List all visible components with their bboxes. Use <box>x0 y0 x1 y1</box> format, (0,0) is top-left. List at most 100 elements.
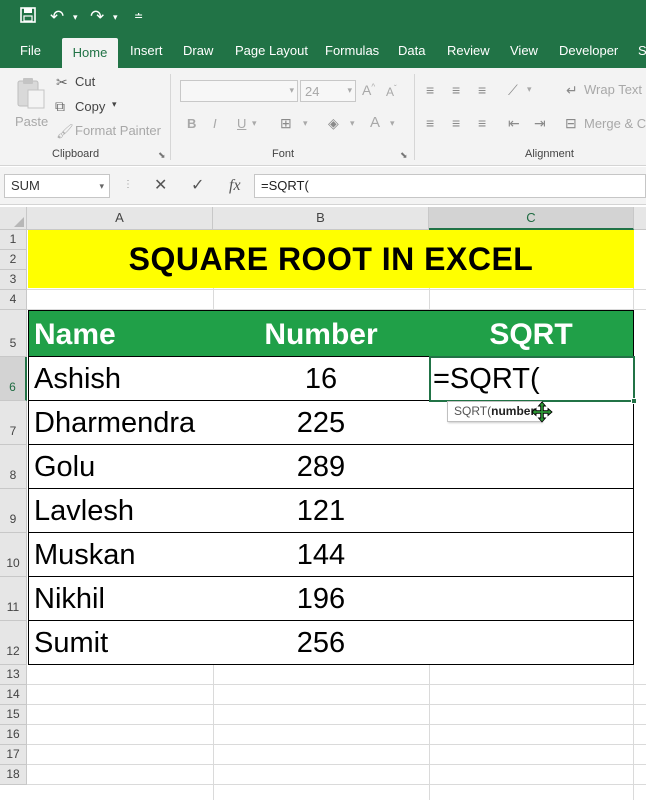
row-header-6[interactable]: 6 <box>0 357 27 401</box>
active-cell-editor[interactable]: =SQRT( <box>429 356 637 404</box>
font-name-box[interactable]: ▾ <box>180 80 298 102</box>
underline-dropdown-icon[interactable]: ▾ <box>252 118 257 129</box>
cell-sqrt[interactable] <box>429 489 634 533</box>
fill-handle[interactable] <box>631 398 637 404</box>
align-left-icon[interactable]: ≡ <box>426 115 434 131</box>
row-header-9[interactable]: 9 <box>0 489 27 533</box>
row-header-10[interactable]: 10 <box>0 533 27 577</box>
tab-view[interactable]: View <box>510 34 538 68</box>
row-header-8[interactable]: 8 <box>0 445 27 489</box>
cell-number[interactable]: 225 <box>213 401 430 445</box>
column-header-a[interactable]: A <box>27 207 213 230</box>
customize-toolbar-icon[interactable]: ≐ <box>134 10 143 23</box>
cell-number[interactable]: 16 <box>213 357 430 401</box>
column-header-c[interactable]: C <box>429 207 634 230</box>
row-header-7[interactable]: 7 <box>0 401 27 445</box>
header-name[interactable]: Name <box>28 310 214 357</box>
align-bottom-icon[interactable]: ≡ <box>478 82 486 98</box>
row-header-11[interactable]: 11 <box>0 577 27 621</box>
cell-name[interactable]: Golu <box>28 445 214 489</box>
name-box[interactable]: SUM ▾ <box>4 174 110 198</box>
align-top-icon[interactable]: ≡ <box>426 82 434 98</box>
tab-insert[interactable]: Insert <box>130 34 163 68</box>
orientation-dropdown-icon[interactable]: ▾ <box>527 84 532 95</box>
tab-page-layout[interactable]: Page Layout <box>235 34 308 68</box>
cell-number[interactable]: 289 <box>213 445 430 489</box>
tab-review[interactable]: Review <box>447 34 490 68</box>
row-header-16[interactable]: 16 <box>0 725 27 745</box>
fill-color-icon[interactable]: ◈ <box>328 115 339 131</box>
wrap-text-button[interactable]: Wrap Text <box>584 82 642 97</box>
cell-sqrt[interactable] <box>429 533 634 577</box>
cancel-button[interactable]: ✕ <box>154 176 167 196</box>
bold-button[interactable]: B <box>187 116 196 131</box>
row-header-1[interactable]: 1 <box>0 230 27 250</box>
decrease-indent-icon[interactable]: ⇤ <box>508 115 520 131</box>
name-box-dropdown-icon[interactable]: ▾ <box>99 175 104 197</box>
row-header-2[interactable]: 2 <box>0 250 27 270</box>
row-header-17[interactable]: 17 <box>0 745 27 765</box>
copy-dropdown-icon[interactable]: ▾ <box>112 99 117 110</box>
increase-indent-icon[interactable]: ⇥ <box>534 115 546 131</box>
align-right-icon[interactable]: ≡ <box>478 115 486 131</box>
orientation-icon[interactable]: ⟋ <box>508 82 518 98</box>
tab-home[interactable]: Home <box>62 38 118 68</box>
fill-color-dropdown-icon[interactable]: ▾ <box>350 118 355 129</box>
sheet-title[interactable]: SQUARE ROOT IN EXCEL <box>28 230 634 288</box>
clipboard-launcher-icon[interactable]: ⬊ <box>158 150 166 161</box>
cell-name[interactable]: Ashish <box>28 357 214 401</box>
paste-button[interactable]: Paste <box>12 74 50 134</box>
select-all-button[interactable] <box>0 207 27 230</box>
row-header-14[interactable]: 14 <box>0 685 27 705</box>
formula-input[interactable]: =SQRT( <box>254 174 646 198</box>
row-header-3[interactable]: 3 <box>0 270 27 290</box>
cell-name[interactable]: Sumit <box>28 621 214 665</box>
cut-button[interactable]: Cut <box>75 74 95 89</box>
row-header-4[interactable]: 4 <box>0 290 27 310</box>
tab-developer[interactable]: Developer <box>559 34 618 68</box>
row-header-13[interactable]: 13 <box>0 665 27 685</box>
tab-data[interactable]: Data <box>398 34 425 68</box>
tab-draw[interactable]: Draw <box>183 34 213 68</box>
cell-name[interactable]: Nikhil <box>28 577 214 621</box>
column-header-d[interactable] <box>634 207 646 230</box>
borders-dropdown-icon[interactable]: ▾ <box>303 118 308 129</box>
cell-sqrt[interactable] <box>429 445 634 489</box>
font-color-icon[interactable]: A <box>370 114 380 131</box>
cell-name[interactable]: Dharmendra <box>28 401 214 445</box>
insert-function-button[interactable]: fx <box>229 176 241 196</box>
format-painter-button[interactable]: Format Painter <box>75 123 161 138</box>
cell-name[interactable]: Lavlesh <box>28 489 214 533</box>
header-number[interactable]: Number <box>213 310 430 357</box>
tab-file[interactable]: File <box>20 34 41 68</box>
copy-button[interactable]: Copy <box>75 99 105 114</box>
enter-button[interactable]: ✓ <box>191 176 204 196</box>
italic-button[interactable]: I <box>213 116 217 131</box>
decrease-font-icon[interactable]: Aˇ <box>386 84 397 99</box>
cell-sqrt[interactable] <box>429 621 634 665</box>
font-size-box[interactable]: 24 ▾ <box>300 80 356 102</box>
header-sqrt[interactable]: SQRT <box>429 310 634 357</box>
row-header-15[interactable]: 15 <box>0 705 27 725</box>
merge-center-button[interactable]: Merge & C <box>584 116 646 131</box>
redo-icon[interactable]: ↷ <box>90 7 104 27</box>
row-header-5[interactable]: 5 <box>0 310 27 357</box>
save-icon[interactable] <box>20 7 36 28</box>
align-middle-icon[interactable]: ≡ <box>452 82 460 98</box>
font-launcher-icon[interactable]: ⬊ <box>400 150 408 161</box>
cell-name[interactable]: Muskan <box>28 533 214 577</box>
redo-dropdown-icon[interactable]: ▾ <box>113 12 118 23</box>
font-name-dropdown-icon[interactable]: ▾ <box>289 85 294 96</box>
underline-button[interactable]: U <box>237 116 246 131</box>
increase-font-icon[interactable]: A^ <box>362 82 375 98</box>
align-center-icon[interactable]: ≡ <box>452 115 460 131</box>
row-header-12[interactable]: 12 <box>0 621 27 665</box>
tab-formulas[interactable]: Formulas <box>325 34 379 68</box>
column-header-b[interactable]: B <box>213 207 429 230</box>
row-header-18[interactable]: 18 <box>0 765 27 785</box>
undo-icon[interactable]: ↶ <box>50 7 64 27</box>
tab-overflow[interactable]: S <box>638 34 646 68</box>
font-size-dropdown-icon[interactable]: ▾ <box>347 85 352 96</box>
undo-dropdown-icon[interactable]: ▾ <box>73 12 78 23</box>
cell-number[interactable]: 144 <box>213 533 430 577</box>
